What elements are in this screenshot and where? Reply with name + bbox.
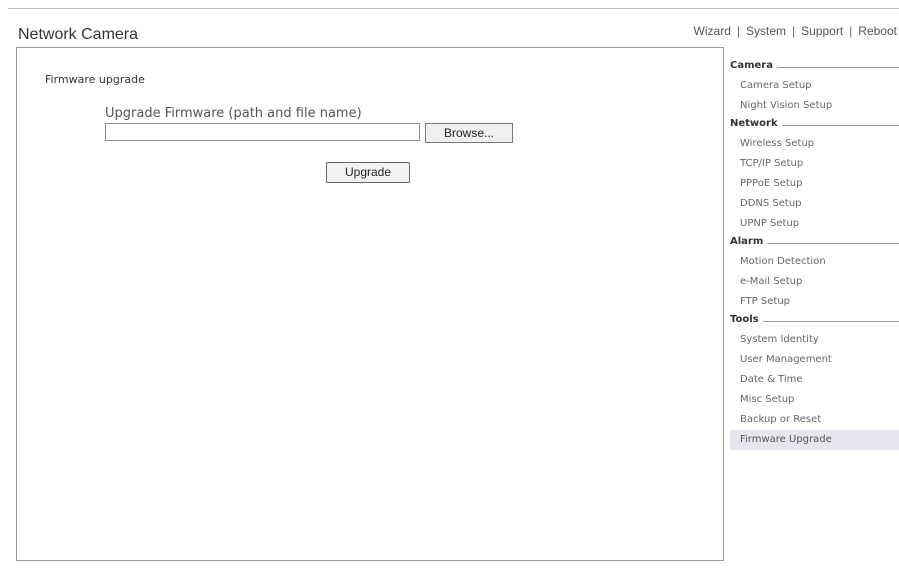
sidebar-category-camera: Camera <box>730 60 899 76</box>
nav-separator: | <box>792 24 796 38</box>
sidebar-item-backup-reset[interactable]: Backup or Reset <box>730 410 899 430</box>
nav-system-link[interactable]: System <box>746 24 786 38</box>
sidebar-category-network: Network <box>730 118 899 134</box>
browse-button[interactable]: Browse... <box>425 123 513 143</box>
nav-separator: | <box>849 24 853 38</box>
sidebar-item-misc-setup[interactable]: Misc Setup <box>730 390 899 410</box>
sidebar-category-label: Network <box>730 118 782 129</box>
sidebar-item-email-setup[interactable]: e-Mail Setup <box>730 272 899 292</box>
sidebar-item-ftp-setup[interactable]: FTP Setup <box>730 292 899 312</box>
sidebar-menu: Camera Camera Setup Night Vision Setup N… <box>730 58 899 450</box>
sidebar-item-firmware-upgrade[interactable]: Firmware Upgrade <box>730 430 899 450</box>
upgrade-button[interactable]: Upgrade <box>326 162 410 183</box>
sidebar-item-system-identity[interactable]: System Identity <box>730 330 899 350</box>
nav-separator: | <box>736 24 740 38</box>
sidebar-item-pppoe-setup[interactable]: PPPoE Setup <box>730 174 899 194</box>
sidebar-category-label: Tools <box>730 314 763 325</box>
nav-wizard-link[interactable]: Wizard <box>694 24 731 38</box>
sidebar-item-user-management[interactable]: User Management <box>730 350 899 370</box>
sidebar-category-label: Camera <box>730 60 777 71</box>
sidebar-item-camera-setup[interactable]: Camera Setup <box>730 76 899 96</box>
sidebar-item-motion-detection[interactable]: Motion Detection <box>730 252 899 272</box>
sidebar-item-wireless-setup[interactable]: Wireless Setup <box>730 134 899 154</box>
sidebar-item-upnp-setup[interactable]: UPNP Setup <box>730 214 899 234</box>
sidebar-category-alarm: Alarm <box>730 236 899 252</box>
firmware-path-input[interactable] <box>105 123 420 141</box>
sidebar-category-label: Alarm <box>730 236 768 247</box>
sidebar-item-tcpip-setup[interactable]: TCP/IP Setup <box>730 154 899 174</box>
sidebar-item-night-vision-setup[interactable]: Night Vision Setup <box>730 96 899 116</box>
sidebar-category-tools: Tools <box>730 314 899 330</box>
sidebar-item-date-time[interactable]: Date & Time <box>730 370 899 390</box>
firmware-path-label: Upgrade Firmware (path and file name) <box>105 106 362 121</box>
section-title: Firmware upgrade <box>45 73 145 86</box>
page-title: Network Camera <box>18 26 139 43</box>
top-nav: Wizard | System | Support | Reboot <box>694 24 897 38</box>
nav-support-link[interactable]: Support <box>801 24 843 38</box>
sidebar-item-ddns-setup[interactable]: DDNS Setup <box>730 194 899 214</box>
nav-reboot-link[interactable]: Reboot <box>858 24 897 38</box>
content-frame: Firmware upgrade Upgrade Firmware (path … <box>16 47 724 561</box>
